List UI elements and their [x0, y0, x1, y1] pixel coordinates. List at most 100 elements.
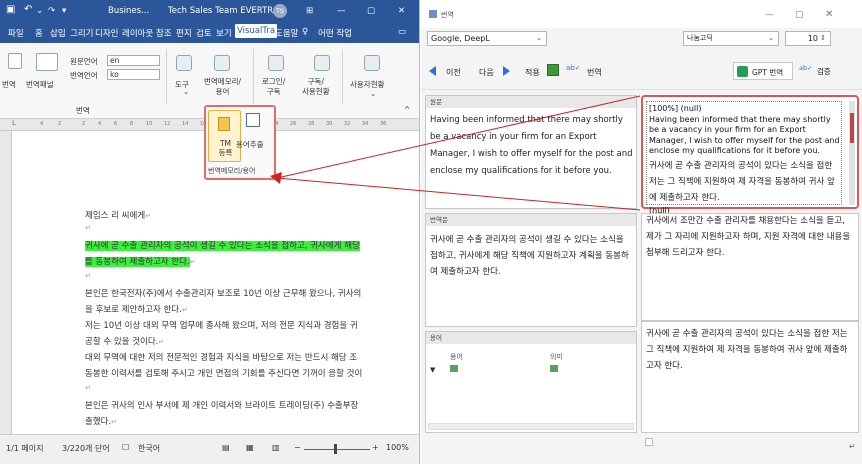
focus-mode-icon[interactable]: ▤: [222, 443, 230, 452]
alt-translation-pane-2[interactable]: 귀사에 곧 수출 관리자의 공석이 있다는 소식을 접한 저는 그 직책에 지원…: [641, 321, 859, 433]
login-icon[interactable]: [268, 55, 284, 71]
users-icon[interactable]: [364, 55, 380, 71]
doc-paragraph[interactable]: 을 후보로 제안하고자 한다.↵: [85, 303, 188, 315]
translate-panel-label[interactable]: 번역패널: [26, 79, 54, 90]
doc-paragraph[interactable]: 제임스 리 씨에게↵: [85, 209, 151, 221]
maximize-icon[interactable]: ▢: [367, 6, 375, 16]
tab-visualtra[interactable]: VisualTra: [235, 24, 278, 38]
avatar[interactable]: TS: [273, 4, 287, 18]
doc-paragraph[interactable]: 동봉한 이력서를 검토해 주시고 개인 면접의 기회를 주신다면 기꺼이 응할 …: [85, 367, 362, 379]
proofing-icon[interactable]: ☐: [122, 443, 129, 452]
tab-insert[interactable]: 삽입: [50, 27, 66, 39]
term-extract-label[interactable]: 용어추출: [236, 139, 264, 150]
filter-term-icon[interactable]: [450, 365, 458, 372]
next-button[interactable]: 다음: [479, 67, 494, 78]
zoom-in-icon[interactable]: +: [372, 443, 379, 452]
doc-paragraph-highlighted[interactable]: 귀사에 곧 수출 관리자의 공석이 생길 수 있다는 소식을 접하고, 귀사에게…: [85, 239, 360, 251]
undo-dropdown-icon[interactable]: ⌄: [36, 6, 43, 16]
stepper-icon[interactable]: ⇕: [820, 32, 826, 45]
source-text[interactable]: Having been informed that there may shor…: [430, 112, 634, 180]
doc-paragraph[interactable]: 출했다.↵: [85, 415, 117, 427]
translate-doc-icon[interactable]: [8, 53, 22, 69]
login-button-label[interactable]: 로그인/ 구독: [262, 77, 285, 97]
tab-references[interactable]: 참조: [156, 27, 172, 39]
collapse-ribbon-icon[interactable]: ^: [404, 105, 410, 114]
alt-translation-1[interactable]: 귀사에서 조만간 수출 관리자를 채용한다는 소식을 듣고, 제가 그 자리에 …: [646, 213, 854, 261]
tab-draw[interactable]: 그리기: [70, 27, 93, 39]
horizontal-scrollbar[interactable]: [428, 423, 634, 430]
alt-translation-2[interactable]: 귀사에 곧 수출 관리자의 공석이 있다는 소식을 접한 저는 그 직책에 지원…: [646, 326, 854, 374]
tab-mailings[interactable]: 편지: [176, 27, 192, 39]
apply-icon[interactable]: [547, 64, 559, 76]
subscribe-icon[interactable]: [314, 55, 330, 71]
zoom-slider[interactable]: [304, 449, 370, 450]
font-size-stepper[interactable]: 10 ⇕: [785, 31, 831, 46]
tab-home[interactable]: 홈: [35, 27, 43, 39]
glossary-pane[interactable]: 용어 용어 의미 ▼: [425, 331, 637, 433]
translate-button-label[interactable]: 번역: [2, 79, 16, 90]
term-extract-icon[interactable]: [246, 113, 260, 127]
save-icon[interactable]: ▣: [6, 4, 15, 15]
lightbulb-icon[interactable]: ♀: [302, 27, 308, 37]
tab-file[interactable]: 파일: [8, 27, 24, 39]
tab-selector-icon[interactable]: L: [12, 119, 16, 127]
web-layout-icon[interactable]: ▥: [272, 443, 280, 452]
zoom-slider-thumb[interactable]: [334, 444, 337, 454]
print-layout-icon[interactable]: ▦: [246, 443, 254, 452]
word-count[interactable]: 3/220개 단어: [62, 443, 110, 454]
filter-icon[interactable]: ▼: [430, 366, 435, 374]
spellcheck-icon[interactable]: ab✓: [566, 64, 581, 72]
tm-register-button[interactable]: TM 등록: [208, 110, 241, 162]
zoom-level[interactable]: 100%: [386, 443, 409, 452]
redo-icon[interactable]: ↷: [48, 6, 55, 16]
source-lang-input[interactable]: en: [107, 55, 160, 66]
ribbon-display-icon[interactable]: ⊞: [306, 6, 313, 16]
comments-icon[interactable]: ▭: [398, 27, 406, 37]
source-pane[interactable]: 원문 Having been informed that there may s…: [425, 95, 637, 209]
gpt-translate-button[interactable]: GPT 번역: [733, 62, 793, 80]
doc-paragraph-highlighted[interactable]: 를 동봉하여 제출하고자 한다.↵: [85, 255, 196, 267]
memory-button-label[interactable]: 번역메모리/ 용어: [204, 77, 241, 97]
close-icon[interactable]: ✕: [398, 6, 405, 16]
tm-match-item[interactable]: [100%] (null) Having been informed that …: [646, 101, 842, 215]
doc-paragraph[interactable]: 대외 무역에 대한 저의 전문적인 경험과 지식을 바탕으로 저는 반드시 해당…: [85, 351, 357, 363]
panel-resize-handle[interactable]: [645, 438, 653, 446]
filter-meaning-icon[interactable]: [550, 365, 558, 372]
target-lang-input[interactable]: ko: [107, 69, 160, 80]
translate-panel-icon[interactable]: [36, 53, 58, 71]
engine-select[interactable]: Google, DeepL ⌄: [427, 31, 547, 46]
glossary-col-meaning[interactable]: 의미: [550, 352, 563, 362]
chevron-down-icon[interactable]: ⌄: [370, 89, 376, 98]
customize-qat-icon[interactable]: ▾: [62, 6, 66, 16]
minimize-icon[interactable]: —: [765, 10, 774, 20]
usage-button-label[interactable]: 사용자현황: [350, 79, 385, 90]
tell-me-box[interactable]: 어떤 작업: [318, 27, 352, 39]
translate-button[interactable]: 번역: [587, 67, 602, 78]
zoom-out-icon[interactable]: −: [294, 443, 301, 452]
review-button[interactable]: ab✓ 검증: [797, 62, 841, 80]
tab-review[interactable]: 검토: [196, 27, 212, 39]
tool-icon[interactable]: [176, 55, 192, 71]
minimize-icon[interactable]: —: [337, 6, 346, 16]
prev-arrow-icon[interactable]: [429, 66, 436, 76]
target-pane[interactable]: 번역문 귀사에 곧 수출 관리자의 공석이 생길 수 있다는 소식을 접하고, …: [425, 213, 637, 327]
tab-help[interactable]: 도움말: [275, 27, 298, 39]
tab-view[interactable]: 보기: [216, 27, 232, 39]
chevron-down-icon[interactable]: ⌄: [183, 87, 189, 96]
tm-match-pane[interactable]: [100%] (null) Having been informed that …: [641, 95, 859, 215]
scrollbar-thumb[interactable]: [850, 113, 854, 143]
language-indicator[interactable]: 한국어: [138, 443, 160, 454]
doc-paragraph[interactable]: 본인은 한국전자(주)에서 수출관리자 보조로 10년 이상 근무해 왔으나, …: [85, 287, 361, 299]
font-select[interactable]: 나눔고딕 ⌄: [683, 31, 779, 46]
alt-translation-pane[interactable]: 귀사에서 조만간 수출 관리자를 채용한다는 소식을 듣고, 제가 그 자리에 …: [641, 213, 859, 321]
memory-icon[interactable]: [214, 55, 230, 71]
target-text[interactable]: 귀사에 곧 수출 관리자의 공석이 생길 수 있다는 소식을 접하고, 귀사에게…: [430, 232, 634, 280]
undo-icon[interactable]: ↶: [24, 4, 32, 15]
close-icon[interactable]: ✕: [825, 9, 833, 20]
prev-button[interactable]: 이전: [446, 67, 461, 78]
tab-design[interactable]: 디자인: [95, 27, 118, 39]
tab-layout[interactable]: 레이아웃: [122, 27, 153, 39]
next-arrow-icon[interactable]: [503, 66, 510, 76]
maximize-icon[interactable]: ▢: [795, 10, 804, 20]
vertical-scrollbar[interactable]: [849, 101, 855, 205]
